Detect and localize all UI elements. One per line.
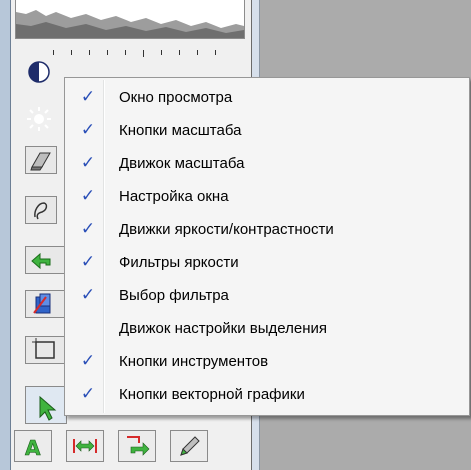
menu-item-label: Настройка окна (119, 188, 229, 205)
ruler-tick (125, 50, 126, 55)
pen-icon (180, 436, 200, 456)
vector-text-button[interactable]: A (14, 430, 52, 462)
menu-item-label: Движок настройки выделения (119, 320, 328, 337)
menu-item-label: Кнопки векторной графики (119, 386, 305, 403)
rotate-button[interactable] (118, 430, 156, 462)
menu-item-label: Выбор фильтра (119, 287, 229, 304)
ruler-tick (161, 50, 162, 55)
horizontal-resize-icon (73, 439, 97, 453)
brightness-icon[interactable] (26, 106, 52, 132)
ruler-tick (143, 50, 144, 57)
zoom-ruler[interactable] (51, 50, 241, 70)
checkmark-icon: ✓ (80, 285, 96, 305)
histogram-graphic (16, 0, 244, 38)
pen-button[interactable] (170, 430, 208, 462)
checkmark-icon: ✓ (80, 351, 96, 371)
ruler-tick (71, 50, 72, 55)
svg-text:A: A (25, 436, 41, 460)
menu-item-label: Окно просмотра (119, 89, 233, 106)
checkmark-icon: ✓ (80, 87, 96, 107)
lasso-button[interactable] (25, 196, 57, 224)
menu-item-label: Движок масштаба (119, 155, 245, 172)
menu-item-selection-slider[interactable]: Движок настройки выделения (67, 312, 467, 344)
ruler-tick (179, 50, 180, 55)
menu-item-label: Движки яркости/контрастности (119, 221, 334, 238)
rotate-icon (127, 436, 150, 456)
ruler-tick (215, 50, 216, 55)
checkmark-icon: ✓ (80, 120, 96, 140)
ruler-tick (53, 50, 54, 55)
checkmark-icon: ✓ (80, 186, 96, 206)
menu-item-preview-window[interactable]: ✓ Окно просмотра (67, 81, 467, 113)
crop-button[interactable] (25, 336, 65, 364)
ruler-tick (107, 50, 108, 55)
panel-context-menu: ✓ Окно просмотра ✓ Кнопки масштаба ✓ Дви… (64, 77, 470, 416)
checkmark-icon: ✓ (80, 153, 96, 173)
menu-item-filter-selection[interactable]: ✓ Выбор фильтра (67, 279, 467, 311)
menu-item-brightness-filters[interactable]: ✓ Фильтры яркости (67, 246, 467, 278)
select-arrow-button[interactable] (25, 386, 67, 424)
undo-arrow-icon (31, 252, 51, 270)
lasso-icon (34, 202, 48, 220)
ruler-tick (197, 50, 198, 55)
menu-item-label: Кнопки инструментов (119, 353, 269, 370)
window-frame-left (0, 0, 11, 470)
vector-text-icon: A (25, 436, 42, 461)
ruler-tick (89, 50, 90, 55)
eraser-icon (30, 152, 51, 171)
checkmark-icon: ✓ (80, 252, 96, 272)
layers-icon (33, 293, 51, 314)
crop-icon (32, 338, 55, 359)
menu-item-window-settings[interactable]: ✓ Настройка окна (67, 180, 467, 212)
vector-tools-row: A (14, 430, 254, 464)
checkmark-icon: ✓ (80, 384, 96, 404)
preview-histogram (15, 0, 245, 39)
menu-item-zoom-slider[interactable]: ✓ Движок масштаба (67, 147, 467, 179)
contrast-icon[interactable] (27, 60, 51, 84)
menu-item-vector-graphics-buttons[interactable]: ✓ Кнопки векторной графики (67, 378, 467, 410)
checkmark-icon: ✓ (80, 219, 96, 239)
layers-button[interactable] (25, 290, 65, 318)
menu-item-zoom-buttons[interactable]: ✓ Кнопки масштаба (67, 114, 467, 146)
menu-item-brightness-contrast-sliders[interactable]: ✓ Движки яркости/контрастности (67, 213, 467, 245)
menu-item-tool-buttons[interactable]: ✓ Кнопки инструментов (67, 345, 467, 377)
horizontal-resize-button[interactable] (66, 430, 104, 462)
undo-button[interactable] (25, 246, 65, 274)
eraser-button[interactable] (25, 146, 57, 174)
menu-item-label: Кнопки масштаба (119, 122, 242, 139)
menu-item-label: Фильтры яркости (119, 254, 239, 271)
select-arrow-icon (39, 395, 57, 421)
